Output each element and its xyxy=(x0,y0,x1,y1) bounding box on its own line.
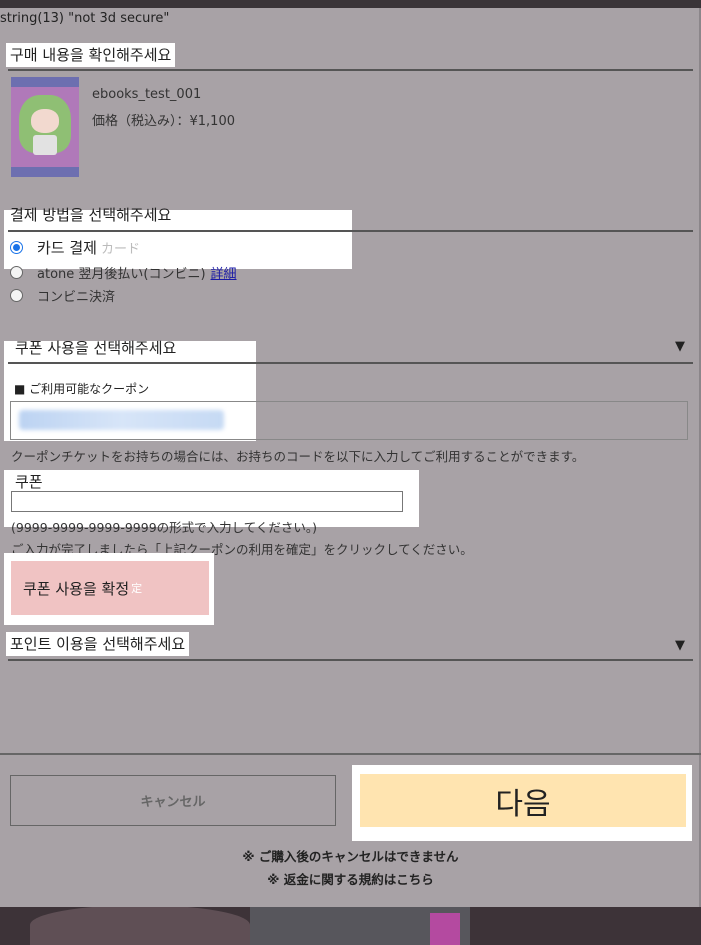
radio-atone[interactable] xyxy=(10,265,23,279)
radio-convenience[interactable] xyxy=(10,288,23,302)
background-artwork xyxy=(0,905,701,945)
coupon-section-title[interactable]: 쿠폰 사용을 선택해주세요 xyxy=(15,336,176,360)
no-cancel-notice: ※ ご購入後のキャンセルはできません xyxy=(242,849,459,864)
coupon-divider xyxy=(8,362,693,364)
purchase-section-title: 구매 내용을 확인해주세요 xyxy=(6,43,176,67)
payment-option-card-label: 카드 결제 xyxy=(37,238,97,257)
cancel-button[interactable]: キャンセル xyxy=(10,775,336,826)
points-section-title[interactable]: 포인트 이용을 선택해주세요 xyxy=(6,632,190,656)
atone-details-link[interactable]: 詳細 xyxy=(211,263,237,282)
backdrop-top xyxy=(0,0,701,8)
confirm-coupon-label: 쿠폰 사용을 확정 xyxy=(23,579,130,598)
background-artwork-left xyxy=(30,905,250,945)
coupon-format-hint: (9999-9999-9999-9999の形式で入力してください。) xyxy=(11,520,318,535)
thumbnail-face xyxy=(31,109,59,133)
payment-section-title: 결제 방법을 선택해주세요 xyxy=(10,206,172,224)
payment-divider xyxy=(8,230,693,232)
points-chevron-down-icon[interactable]: ▼ xyxy=(675,638,685,653)
product-name: ebooks_test_001 xyxy=(92,87,202,102)
debug-text: string(13) "not 3d secure" xyxy=(0,11,170,26)
payment-option-atone-label: atone 翌月後払い(コンビニ) xyxy=(37,266,206,282)
payment-option-card[interactable]: 카드 결제 カード xyxy=(10,237,140,257)
payment-option-convenience[interactable]: コンビニ決済 xyxy=(10,285,115,305)
refund-policy-link[interactable]: ※ 返金に関する規約はこちら xyxy=(0,869,701,888)
coupon-select[interactable] xyxy=(10,401,688,440)
coupon-description: クーポンチケットをお持ちの場合には、お持ちのコードを以下に入力してご利用すること… xyxy=(11,449,585,464)
confirm-coupon-ghost: 定 xyxy=(131,582,143,595)
purchase-modal: string(13) "not 3d secure" 구매 내용을 확인해주세요… xyxy=(0,8,701,907)
coupon-select-blurred-value xyxy=(19,410,224,430)
confirm-coupon-button[interactable]: 쿠폰 사용을 확정 定 xyxy=(11,561,209,615)
radio-card[interactable] xyxy=(10,240,23,254)
coupon-chevron-down-icon[interactable]: ▼ xyxy=(675,339,685,354)
points-divider xyxy=(8,659,693,661)
footer-divider xyxy=(0,753,701,755)
coupon-field-label: 쿠폰 xyxy=(15,473,43,491)
payment-option-atone[interactable]: atone 翌月後払い(コンビニ) 詳細 xyxy=(10,262,237,282)
available-coupons-label: ■ ご利用可能なクーポン xyxy=(14,382,150,396)
next-button[interactable]: 다음 xyxy=(360,774,686,827)
background-artwork-right xyxy=(430,913,460,945)
coupon-code-input[interactable] xyxy=(11,491,403,512)
product-price: 価格（税込み）：¥1,100 xyxy=(92,114,235,129)
payment-option-card-ghost: カード xyxy=(100,241,140,257)
purchase-divider xyxy=(8,69,693,71)
product-thumbnail xyxy=(11,77,79,177)
payment-option-convenience-label: コンビニ決済 xyxy=(37,289,116,305)
thumbnail-body xyxy=(33,135,57,155)
